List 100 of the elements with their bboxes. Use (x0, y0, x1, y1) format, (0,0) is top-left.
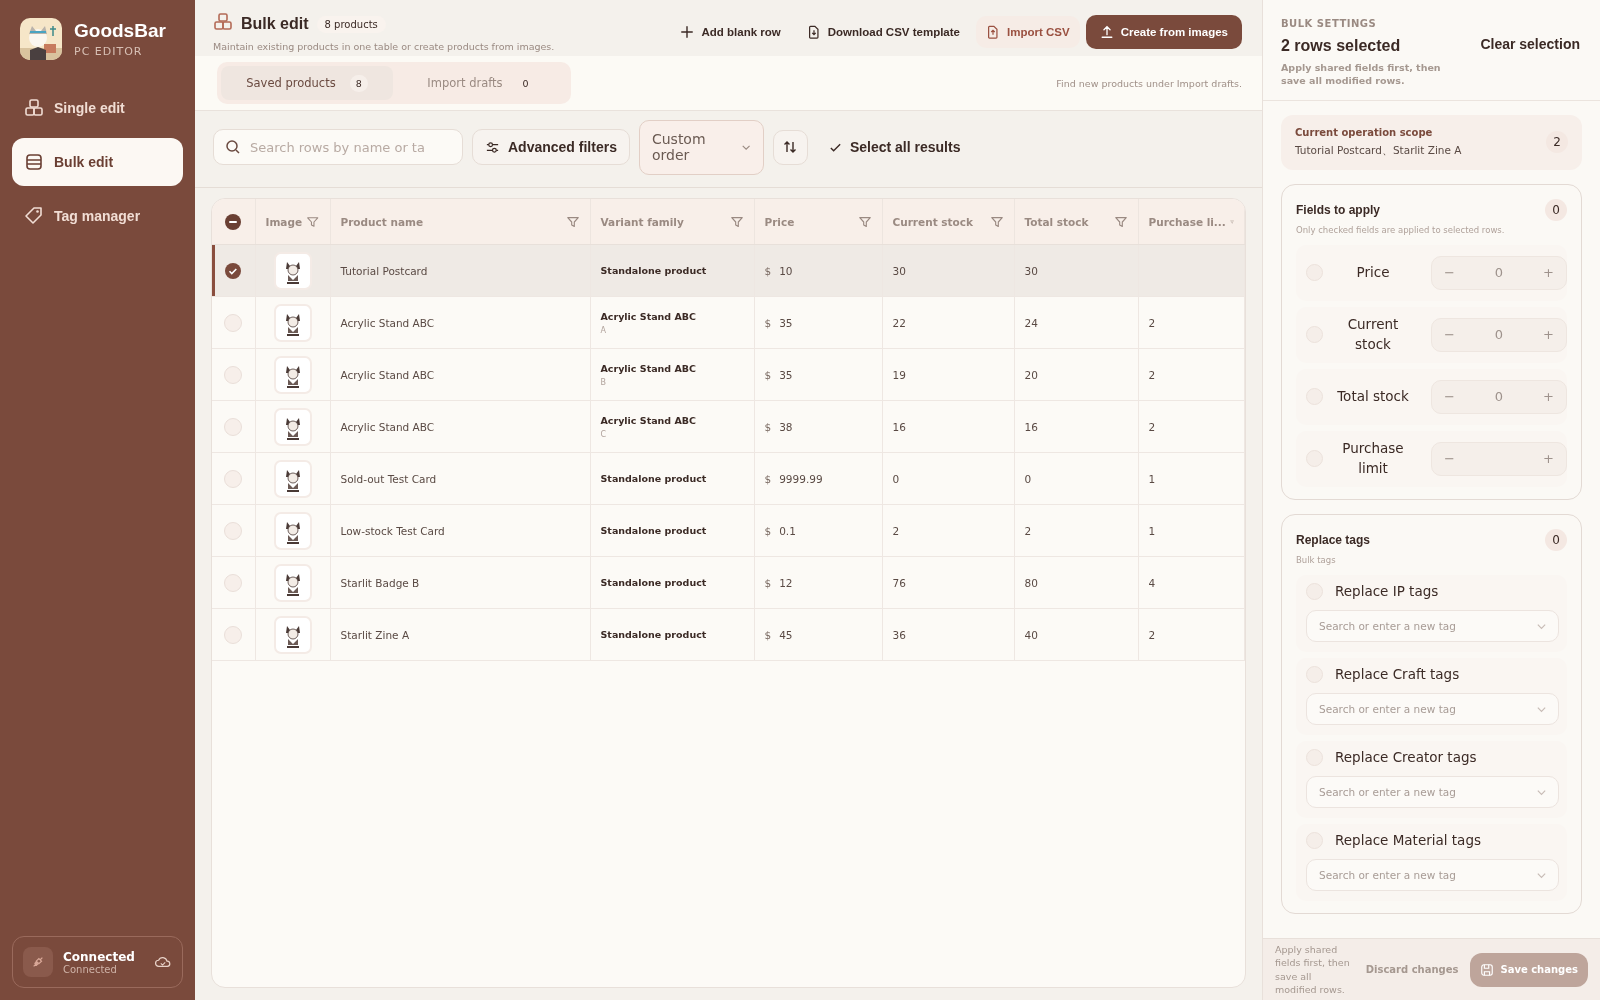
sort-direction-button[interactable] (772, 129, 808, 165)
row-checkbox[interactable] (224, 417, 243, 436)
action-button[interactable]: Import CSV (976, 16, 1080, 48)
column-header: Purchase li... (1148, 215, 1226, 228)
scope-count: 2 (1546, 131, 1568, 154)
product-name: Acrylic Stand ABC (340, 420, 435, 433)
tab[interactable]: Import drafts 0 (395, 66, 567, 100)
price: 0.1 (779, 524, 796, 537)
nav-item[interactable]: Tag manager (12, 192, 183, 240)
column-header: Variant family (600, 215, 684, 228)
plus-icon (680, 25, 695, 39)
price: 9999.99 (779, 472, 823, 485)
total-stock: 80 (1024, 576, 1038, 589)
currency-symbol: $ (764, 420, 772, 433)
column-header: Product name (340, 215, 424, 228)
price: 38 (779, 420, 793, 433)
currency-symbol: $ (764, 576, 772, 589)
product-count: 8 products (316, 15, 386, 33)
sliders-icon (485, 139, 500, 155)
total-stock: 24 (1024, 316, 1038, 329)
tag-search-field[interactable]: Search or enter a new tag (1306, 692, 1559, 725)
currency-symbol: $ (764, 368, 772, 381)
upload-icon (1099, 25, 1114, 39)
currency-symbol: $ (764, 264, 772, 277)
row-checkbox[interactable] (224, 521, 243, 540)
plug-icon (23, 947, 53, 977)
sort-dropdown[interactable]: Custom order (638, 119, 764, 175)
row-checkbox[interactable] (224, 365, 243, 384)
file-upload-icon (986, 25, 1000, 39)
tag-group-label: Replace Craft tags (1335, 666, 1460, 683)
row-checkbox[interactable] (224, 469, 243, 488)
search-icon (225, 139, 241, 155)
purchase-limit: 2 (1148, 316, 1156, 329)
current-stock: 30 (892, 264, 906, 277)
boxes-icon (213, 12, 233, 32)
action-button[interactable]: Create from images (1085, 15, 1242, 49)
field-label: Purchase limit (1341, 439, 1405, 478)
clear-selection-button[interactable]: Clear selection (1480, 36, 1580, 52)
select-all-button[interactable]: Select all results (816, 133, 973, 161)
total-stock: 2 (1024, 524, 1032, 537)
row-checkbox[interactable] (224, 573, 243, 592)
total-stock: 20 (1024, 368, 1038, 381)
total-stock: 0 (1024, 472, 1032, 485)
field-label: Total stock (1336, 386, 1410, 406)
currency-symbol: $ (764, 472, 772, 485)
action-button[interactable]: Add blank row (670, 16, 791, 48)
filters-button[interactable]: Advanced filters (472, 129, 630, 165)
currency-symbol: $ (764, 628, 772, 641)
boxes-icon (24, 98, 44, 118)
app-name: GoodsBar (74, 20, 166, 42)
card-hint: Bulk tags (1296, 554, 1337, 565)
total-stock: 16 (1024, 420, 1038, 433)
price: 10 (779, 264, 793, 277)
row-checkbox[interactable] (225, 262, 242, 279)
action-button[interactable]: Download CSV template (796, 16, 970, 48)
product-name: Starlit Badge B (340, 576, 420, 589)
purchase-limit: 2 (1148, 420, 1156, 433)
column-header: Price (764, 215, 795, 228)
tab[interactable]: Saved products 8 (221, 66, 393, 100)
swap-arrows-icon (782, 139, 799, 155)
footer-note: Apply shared fields first, then save all modified rows. (1275, 942, 1351, 997)
app-subtitle: PC EDITOR (74, 45, 144, 58)
purchase-limit: 2 (1148, 368, 1156, 381)
save-icon (1480, 962, 1495, 977)
purchase-limit: 2 (1148, 628, 1156, 641)
variant-family: Standalone product (600, 525, 708, 536)
purchase-limit: 4 (1148, 576, 1156, 589)
field-label: Price (1355, 262, 1391, 282)
variant-family: Standalone product (600, 577, 708, 588)
total-stock: 30 (1024, 264, 1038, 277)
column-header: Image (265, 215, 303, 228)
search-field[interactable]: Search rows by name or ta (213, 129, 463, 165)
currency-symbol: $ (764, 524, 772, 537)
row-checkbox[interactable] (224, 625, 243, 644)
purchase-limit: 1 (1148, 472, 1156, 485)
tag-icon (24, 206, 44, 226)
product-name: Starlit Zine A (340, 628, 410, 641)
partial-checkbox[interactable] (225, 213, 242, 230)
cloud-icon (154, 955, 172, 969)
tag-group-label: Replace IP tags (1335, 583, 1439, 600)
row-checkbox[interactable] (224, 313, 243, 332)
connection-title: Connected (63, 949, 135, 964)
current-stock: 76 (892, 576, 906, 589)
field-label: Current stock (1346, 315, 1400, 354)
current-stock: 0 (892, 472, 900, 485)
currency-symbol: $ (764, 316, 772, 329)
variant-family: Acrylic Stand ABC (600, 310, 698, 322)
nav-item[interactable]: Bulk edit (12, 138, 183, 186)
product-name: Tutorial Postcard (340, 264, 428, 277)
nav-item[interactable]: Single edit (12, 84, 183, 132)
tag-search-field[interactable]: Search or enter a new tag (1306, 858, 1559, 891)
selection-title: 2 rows selected (1281, 37, 1402, 55)
purchase-limit: 1 (1148, 524, 1156, 537)
tag-search-field[interactable]: Search or enter a new tag (1306, 609, 1559, 642)
total-stock: 40 (1024, 628, 1038, 641)
product-name: Acrylic Stand ABC (340, 316, 435, 329)
card-title: Replace tags (1296, 532, 1371, 547)
tag-group-label: Replace Creator tags (1335, 749, 1477, 766)
column-header: Total stock (1024, 215, 1089, 228)
tag-search-field[interactable]: Search or enter a new tag (1306, 775, 1559, 808)
